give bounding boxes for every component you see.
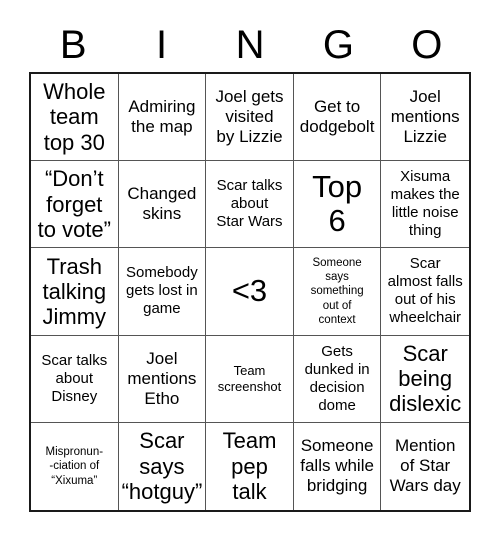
bingo-grid: Whole team top 30 Admiring the map Joel ge… — [29, 72, 471, 512]
bingo-header-letter-o: O — [411, 23, 443, 67]
bingo-cell-label: “Don’t forget to vote” — [37, 166, 111, 242]
bingo-cell-label: Team screenshot — [217, 362, 282, 394]
bingo-cell-label: Someone says something out of context — [310, 256, 364, 327]
bingo-card: B I N G O Whole team top 30 Admiring the … — [0, 0, 500, 544]
bingo-cell-label: Mispronun- -ciation of “Xixuma” — [45, 445, 104, 487]
bingo-cell[interactable]: Get to dodgebolt — [293, 74, 382, 162]
bingo-cell-label: Changed skins — [127, 184, 197, 224]
bingo-cell-label: Scar talks about Disney — [41, 351, 108, 405]
bingo-cell-label: Joel mentions Etho — [127, 348, 197, 408]
bingo-cell[interactable]: Mispronun- -ciation of “Xixuma” — [31, 422, 119, 510]
bingo-cell-label: Somebody gets lost in game — [126, 264, 198, 318]
bingo-cell[interactable]: Whole team top 30 — [31, 74, 119, 162]
bingo-cell[interactable]: Joel gets visited by Lizzie — [206, 74, 294, 162]
bingo-cell[interactable]: Somebody gets lost in game — [118, 248, 207, 336]
bingo-cell[interactable]: Changed skins — [118, 161, 207, 249]
bingo-cell[interactable]: Someone falls while bridging — [293, 422, 382, 510]
bingo-header-letter-g: G — [322, 23, 354, 67]
bingo-cell-label: Top 6 — [312, 168, 363, 239]
bingo-cell[interactable]: <3 — [206, 248, 294, 336]
bingo-cell[interactable]: Joel mentions Etho — [118, 335, 207, 423]
bingo-header-letter-i: I — [156, 23, 168, 67]
bingo-cell[interactable]: Mention of Star Wars day — [381, 422, 469, 510]
bingo-cell-label: Whole team top 30 — [43, 79, 106, 155]
bingo-cell[interactable]: Scar says “hotguy” — [118, 422, 207, 510]
bingo-cell[interactable]: Scar being dislexic — [381, 335, 469, 423]
bingo-cell-label: Scar talks about Star Wars — [216, 177, 283, 231]
bingo-cell[interactable]: Someone says something out of context — [293, 248, 382, 336]
bingo-cell[interactable]: Joel mentions Lizzie — [381, 74, 469, 162]
bingo-cell-label: Someone falls while bridging — [300, 436, 374, 496]
bingo-cell-label: Team pep talk — [222, 428, 277, 505]
bingo-cell-label: Joel mentions Lizzie — [390, 87, 460, 147]
bingo-header-letter-b: B — [59, 23, 87, 67]
bingo-cell-label: Scar says “hotguy” — [121, 428, 203, 505]
bingo-cell-label: Gets dunked in decision dome — [304, 342, 370, 414]
bingo-cell-label: Scar almost falls out of his wheelchair — [387, 255, 463, 327]
bingo-cell[interactable]: Team pep talk — [206, 422, 294, 510]
bingo-cell-label: Get to dodgebolt — [299, 97, 375, 137]
bingo-cell[interactable]: Scar almost falls out of his wheelchair — [381, 248, 469, 336]
bingo-cell[interactable]: Gets dunked in decision dome — [293, 335, 382, 423]
bingo-cell[interactable]: Scar talks about Disney — [31, 335, 119, 423]
bingo-cell-label: Admiring the map — [128, 97, 196, 137]
bingo-cell[interactable]: Team screenshot — [206, 335, 294, 423]
bingo-cell[interactable]: Trash talking Jimmy — [31, 248, 119, 336]
bingo-header-letter-n: N — [235, 23, 265, 67]
bingo-cell-label: Trash talking Jimmy — [42, 253, 107, 330]
bingo-cell[interactable]: Xisuma makes the little noise thing — [381, 161, 469, 249]
bingo-cell[interactable]: Top 6 — [293, 161, 382, 249]
bingo-cell[interactable]: Scar talks about Star Wars — [206, 161, 294, 249]
bingo-cell-label: Xisuma makes the little noise thing — [390, 168, 460, 240]
bingo-cell-label: <3 — [231, 273, 268, 309]
bingo-cell-label: Scar being dislexic — [389, 340, 462, 417]
bingo-header-row: B I N G O — [29, 18, 471, 72]
bingo-cell-label: Mention of Star Wars day — [389, 436, 461, 496]
bingo-cell[interactable]: “Don’t forget to vote” — [31, 161, 119, 249]
bingo-cell-label: Joel gets visited by Lizzie — [215, 87, 284, 147]
bingo-cell[interactable]: Admiring the map — [118, 74, 207, 162]
